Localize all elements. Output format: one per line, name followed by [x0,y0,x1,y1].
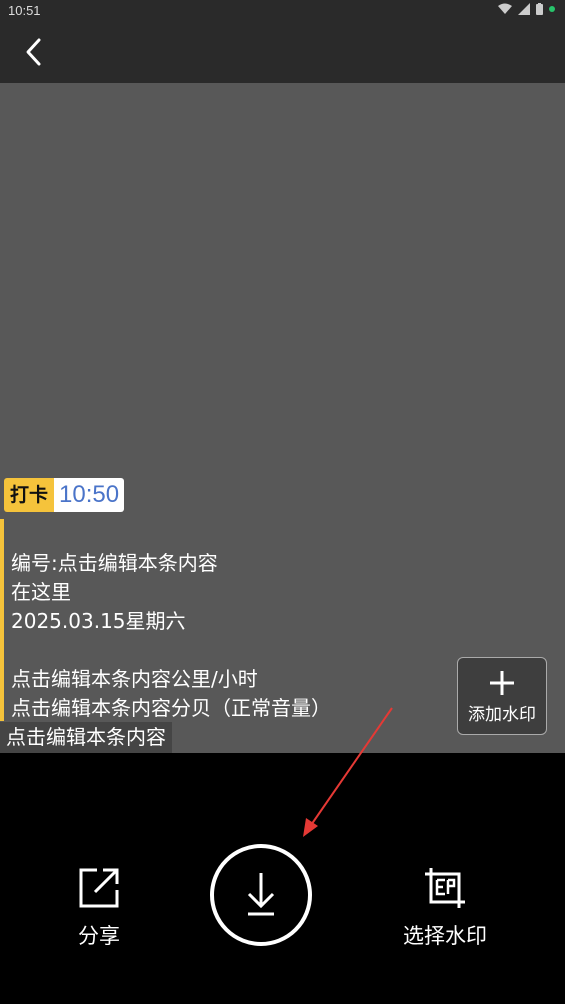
badge-time: 10:50 [54,478,125,512]
add-watermark-label: 添加水印 [468,705,536,725]
select-watermark-button[interactable]: 选择水印 [398,866,492,950]
status-bar: 10:51 [0,0,565,22]
share-label: 分享 [78,924,120,948]
watermark-line-id[interactable]: 编号:点击编辑本条内容 [11,547,218,576]
watermark-line-noise[interactable]: 点击编辑本条内容分贝（正常音量） [11,692,331,721]
back-button[interactable] [18,32,58,72]
plus-icon [490,671,514,695]
status-icons [498,3,555,15]
watermark-line-date[interactable]: 2025.03.15星期六 [11,605,186,634]
select-watermark-label: 选择水印 [403,924,487,948]
watermark-line-location[interactable]: 在这里 [11,576,71,605]
download-button[interactable] [210,844,312,946]
watermark-accent-bar [0,519,4,721]
watermark-footer[interactable]: 点击编辑本条内容 [0,722,172,753]
wifi-icon [498,3,512,14]
photo-preview: 打卡 10:50 编号:点击编辑本条内容 在这里 2025.03.15星期六 点… [0,83,565,753]
share-button[interactable]: 分享 [68,866,130,950]
watermark-line-speed[interactable]: 点击编辑本条内容公里/小时 [11,663,258,692]
signal-icon [518,3,530,15]
add-watermark-button[interactable]: 添加水印 [457,657,547,735]
back-icon [26,38,41,66]
battery-icon [536,3,543,15]
badge-tag: 打卡 [4,478,55,512]
top-bar [0,22,565,83]
share-icon [79,868,119,908]
download-icon [247,873,275,916]
notification-dot [549,6,555,12]
status-time: 10:51 [8,3,41,18]
watermark-frame-icon [425,868,465,908]
watermark-badge: 打卡 10:50 [4,478,125,512]
